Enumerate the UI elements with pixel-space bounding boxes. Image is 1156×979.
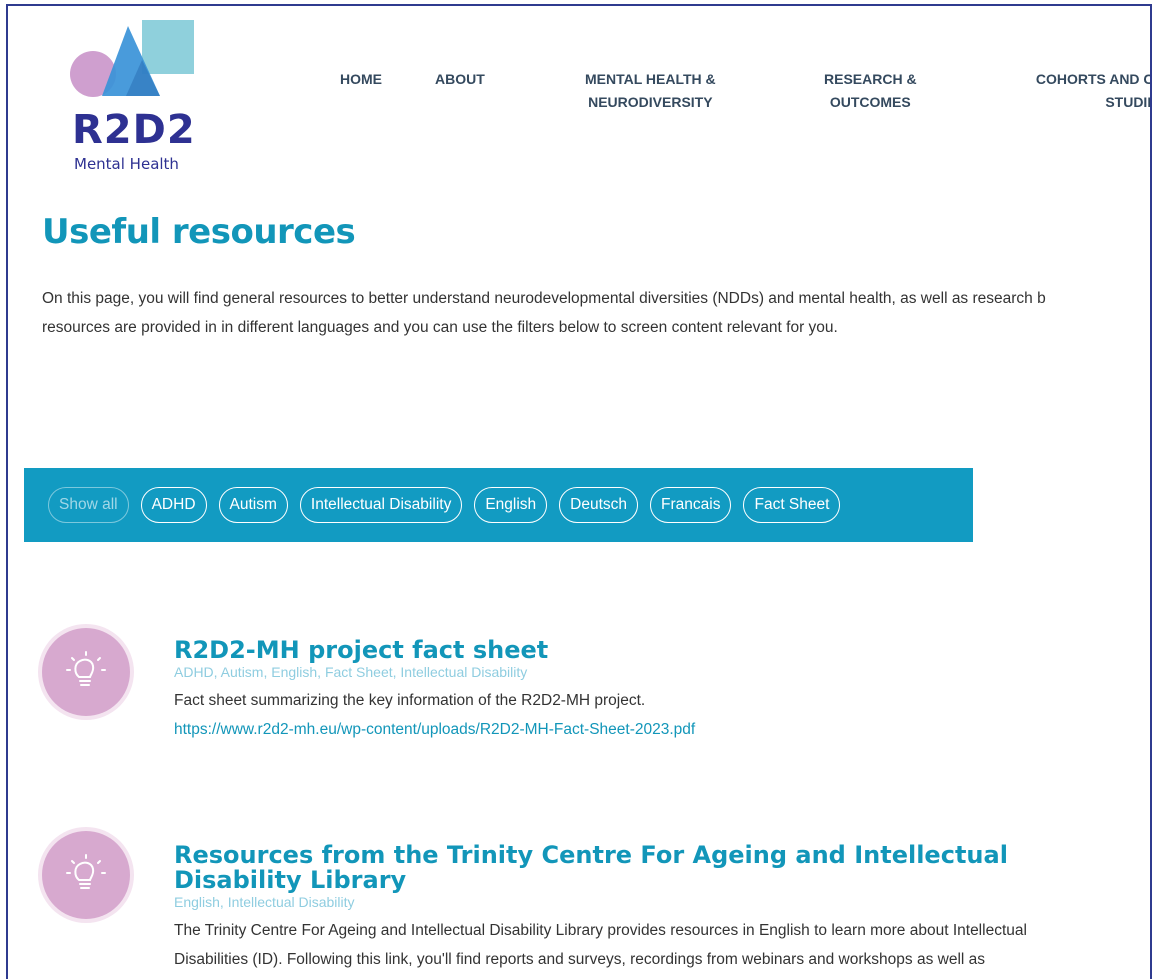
- resource-description: Fact sheet summarizing the key informati…: [174, 692, 646, 709]
- filter-deutsch[interactable]: Deutsch: [559, 487, 639, 523]
- filter-francais[interactable]: Francais: [650, 487, 732, 523]
- nav-item-mental-health[interactable]: MENTAL HEALTH & NEURODIVERSITY: [585, 68, 716, 114]
- filter-adhd[interactable]: ADHD: [140, 487, 207, 523]
- lightbulb-icon: [66, 854, 106, 889]
- page-title: Useful resources: [42, 212, 356, 252]
- filter-intellectual-disability[interactable]: Intellectual Disability: [299, 487, 463, 523]
- filter-bar: Show all ADHD Autism Intellectual Disabi…: [24, 468, 973, 542]
- nav-item-research[interactable]: RESEARCH & OUTCOMES: [824, 68, 917, 114]
- filter-english[interactable]: English: [474, 487, 548, 523]
- resource-tags: ADHD, Autism, English, Fact Sheet, Intel…: [174, 664, 528, 680]
- intro-text: On this page, you will find general reso…: [42, 284, 1150, 342]
- logo-shapes: [70, 20, 194, 97]
- intro-line-2: resources are provided in in different l…: [42, 319, 838, 336]
- filter-show-all[interactable]: Show all: [48, 487, 129, 523]
- resource-body: R2D2-MH project fact sheet ADHD, Autism,…: [174, 638, 1104, 744]
- logo-subtitle: Mental Health: [74, 155, 179, 173]
- logo-brand-text: R2D2: [72, 107, 196, 153]
- resource-icon-circle: [42, 628, 130, 716]
- resource-description: The Trinity Centre For Ageing and Intell…: [174, 922, 1027, 968]
- lightbulb-icon: [66, 651, 106, 686]
- resource-body: Resources from the Trinity Centre For Ag…: [174, 843, 1104, 974]
- filter-autism[interactable]: Autism: [218, 487, 288, 523]
- site-logo[interactable]: R2D2 Mental Health: [66, 14, 216, 174]
- resource-tags: English, Intellectual Disability: [174, 894, 355, 910]
- nav-item-about[interactable]: ABOUT: [435, 68, 485, 91]
- page-frame: R2D2 Mental Health HOME ABOUT MENTAL HEA…: [6, 4, 1152, 979]
- resource-icon-circle: [42, 831, 130, 919]
- nav-item-cohorts[interactable]: COHORTS AND CLI STUDIES: [1006, 68, 1150, 114]
- resource-title[interactable]: R2D2-MH project fact sheet: [174, 638, 1104, 663]
- nav-item-home[interactable]: HOME: [340, 68, 382, 91]
- intro-line-1: On this page, you will find general reso…: [42, 290, 1046, 307]
- filter-fact-sheet[interactable]: Fact Sheet: [743, 487, 841, 523]
- resource-link[interactable]: https://www.r2d2-mh.eu/wp-content/upload…: [174, 715, 1104, 744]
- resource-title[interactable]: Resources from the Trinity Centre For Ag…: [174, 843, 1104, 893]
